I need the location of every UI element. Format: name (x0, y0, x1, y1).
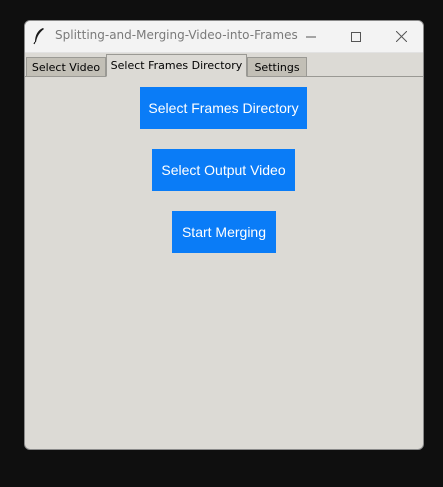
window-title: Splitting-and-Merging-Video-into-Frames (55, 28, 298, 42)
close-button[interactable] (378, 21, 423, 52)
maximize-icon (351, 27, 361, 46)
button-label: Start Merging (181, 224, 267, 240)
start-merging-button[interactable]: Start Merging (172, 211, 276, 253)
button-label: Select Frames Directory (148, 100, 299, 116)
minimize-icon (306, 27, 316, 46)
feather-icon (32, 27, 46, 45)
tab-label: Select Frames Directory (110, 59, 243, 72)
tab-label: Settings (254, 60, 300, 74)
button-label: Select Output Video (161, 162, 286, 178)
close-icon (395, 27, 407, 46)
tab-label: Select Video (31, 60, 101, 74)
minimize-button[interactable] (288, 21, 334, 52)
tab-bar: Select Video Select Frames Directory Set… (25, 53, 423, 77)
select-frames-directory-button[interactable]: Select Frames Directory (140, 87, 307, 129)
app-window: Splitting-and-Merging-Video-into-Frames … (24, 20, 424, 450)
maximize-button[interactable] (333, 21, 379, 52)
tab-settings[interactable]: Settings (247, 57, 307, 77)
select-output-video-button[interactable]: Select Output Video (152, 149, 295, 191)
tab-select-video[interactable]: Select Video (26, 57, 106, 77)
tab-select-frames-directory[interactable]: Select Frames Directory (106, 54, 247, 77)
title-bar[interactable]: Splitting-and-Merging-Video-into-Frames (25, 21, 423, 53)
tab-content-panel: Select Frames Directory Select Output Vi… (25, 77, 423, 449)
